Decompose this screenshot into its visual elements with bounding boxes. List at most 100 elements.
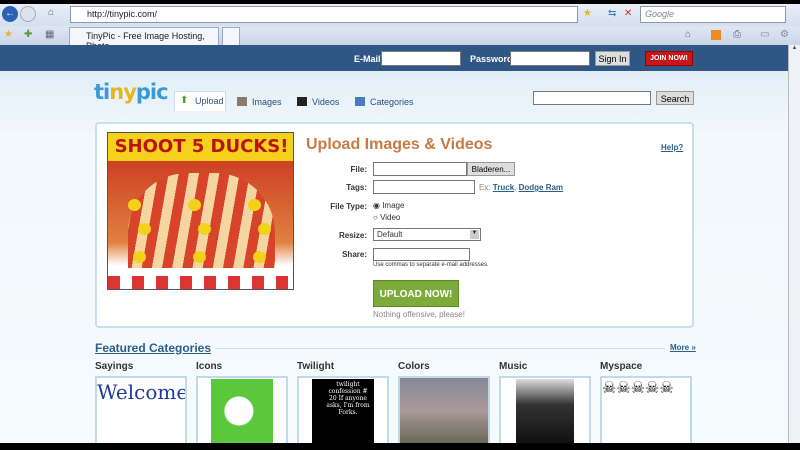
upload-panel: SHOOT 5 DUCKS! Upload Images & Videos He… [95, 122, 694, 328]
nav-images[interactable]: Images [232, 93, 282, 111]
resize-select[interactable]: Default ▼ [373, 228, 481, 241]
password-input[interactable] [510, 51, 590, 66]
new-tab-button[interactable] [222, 27, 240, 45]
nav-label: Videos [312, 97, 340, 107]
address-bar-row: ← ⌂ http://tinypic.com/ ★ ⇆ ✕ Google [0, 4, 800, 26]
radio-video[interactable]: ○ Video [373, 213, 400, 222]
shoot-ducks-ad[interactable]: SHOOT 5 DUCKS! [107, 132, 294, 290]
duck-icon [138, 223, 151, 235]
radio-image-label: Image [382, 201, 405, 210]
quick-tabs-icon[interactable]: ▦ [45, 27, 54, 43]
help-link[interactable]: Help? [661, 143, 683, 152]
category-thumb-twilight[interactable]: twilight confession # 20 If anyone asks,… [297, 376, 389, 443]
skulls-text: ☠☠☠☠☠ [602, 380, 674, 397]
site-search-input[interactable] [533, 91, 651, 105]
category-title[interactable]: Music [499, 361, 527, 372]
category-title[interactable]: Colors [398, 361, 430, 372]
duck-icon [258, 223, 271, 235]
tinypic-logo[interactable]: tinypic [94, 80, 169, 104]
tags-label: Tags: [346, 183, 367, 192]
resize-value: Default [377, 230, 403, 239]
nav-videos[interactable]: Videos [292, 93, 339, 111]
category-thumb-myspace[interactable]: ☠☠☠☠☠ [600, 376, 692, 443]
ad-fence [108, 276, 293, 289]
nav-label: Categories [370, 97, 414, 107]
category-title[interactable]: Sayings [95, 361, 133, 372]
tab-row: ★ ✚ ▦ TinyPic - Free Image Hosting, Phot… [0, 26, 800, 51]
browser-tab-active[interactable]: TinyPic - Free Image Hosting, Photo ... [69, 27, 219, 51]
folder-icon [355, 97, 365, 106]
site-search-button[interactable]: Search [656, 91, 694, 105]
resize-label: Resize: [338, 231, 367, 240]
duck-icon [193, 251, 206, 263]
nav-upload[interactable]: ⬆ Upload [174, 91, 226, 111]
nav-categories[interactable]: Categories [350, 93, 414, 111]
thumb-text: twilight confession # 20 If anyone asks,… [312, 379, 374, 443]
chevron-down-icon: ▼ [470, 230, 479, 239]
radio-image[interactable]: ◉ Image [373, 201, 404, 210]
home-icon[interactable]: ⌂ [685, 27, 691, 43]
home-icon[interactable]: ⌂ [48, 5, 54, 21]
category-thumb-icons[interactable] [196, 376, 288, 443]
clapperboard-icon [297, 97, 307, 106]
share-hint: Use commas to separate e-mail addresses. [373, 262, 489, 268]
password-label: Password: [470, 54, 516, 64]
duck-icon [248, 199, 261, 211]
featured-categories-heading[interactable]: Featured Categories [95, 341, 211, 355]
nav-label: Upload [195, 96, 224, 106]
web-page: E-Mail: Password: Sign In JOIN NOW! tiny… [0, 45, 788, 443]
search-box[interactable]: Google [640, 6, 786, 23]
duck-icon [188, 199, 201, 211]
category-thumb-music[interactable] [499, 376, 591, 443]
url-input[interactable]: http://tinypic.com/ [70, 6, 578, 23]
category-title[interactable]: Myspace [600, 361, 642, 372]
join-now-button[interactable]: JOIN NOW! [645, 51, 693, 66]
favorite-star-icon[interactable]: ★ [583, 6, 592, 22]
share-label: Share: [342, 250, 367, 259]
category-thumb-colors[interactable] [398, 376, 490, 443]
email-label: E-Mail: [354, 54, 384, 64]
stop-icon[interactable]: ✕ [624, 6, 632, 22]
upload-now-button[interactable]: UPLOAD NOW! [373, 280, 459, 307]
forward-icon[interactable] [20, 6, 36, 22]
refresh-icon[interactable]: ⇆ [608, 6, 616, 22]
more-link[interactable]: More » [670, 343, 696, 352]
tools-gear-icon[interactable]: ⚙ [780, 27, 789, 43]
browse-button[interactable]: Bladeren... [467, 162, 515, 176]
add-favorites-icon[interactable]: ✚ [24, 27, 32, 43]
duck-icon [253, 251, 266, 263]
tag-example-dodge-ram[interactable]: Dodge Ram [519, 183, 563, 192]
upload-title: Upload Images & Videos [306, 136, 493, 153]
vertical-scrollbar[interactable]: ▲ [788, 45, 800, 443]
thumb-text: Welcome [97, 380, 187, 404]
back-icon[interactable]: ← [2, 6, 18, 22]
band-image [516, 379, 574, 443]
category-thumb-sayings[interactable]: Welcome [95, 376, 187, 443]
duck-icon [198, 223, 211, 235]
tags-example-label: Ex: [479, 183, 491, 192]
divider [215, 348, 665, 349]
images-icon [237, 97, 247, 106]
upload-note: Nothing offensive, please! [373, 310, 465, 319]
duck-icon [133, 251, 146, 263]
upload-arrow-icon: ⬆ [180, 95, 189, 106]
print-icon[interactable]: ⎙ [733, 27, 741, 43]
tags-input[interactable] [373, 180, 475, 194]
category-title[interactable]: Twilight [297, 361, 334, 372]
category-title[interactable]: Icons [196, 361, 222, 372]
rss-icon[interactable] [711, 30, 721, 40]
email-input[interactable] [381, 51, 461, 66]
share-input[interactable] [373, 248, 470, 261]
favorites-icon[interactable]: ★ [4, 27, 13, 43]
login-bar: E-Mail: Password: Sign In JOIN NOW! [0, 45, 788, 71]
page-icon[interactable]: ▭ [760, 27, 769, 43]
duck-icon [128, 199, 141, 211]
file-label: File: [350, 165, 367, 174]
kitten-image [211, 379, 273, 443]
sign-in-button[interactable]: Sign In [595, 51, 630, 66]
nav-label: Images [252, 97, 282, 107]
scroll-up-icon[interactable]: ▲ [789, 45, 800, 51]
tag-example-truck[interactable]: Truck [493, 183, 514, 192]
file-input[interactable] [373, 162, 467, 176]
ad-title: SHOOT 5 DUCKS! [108, 133, 293, 161]
